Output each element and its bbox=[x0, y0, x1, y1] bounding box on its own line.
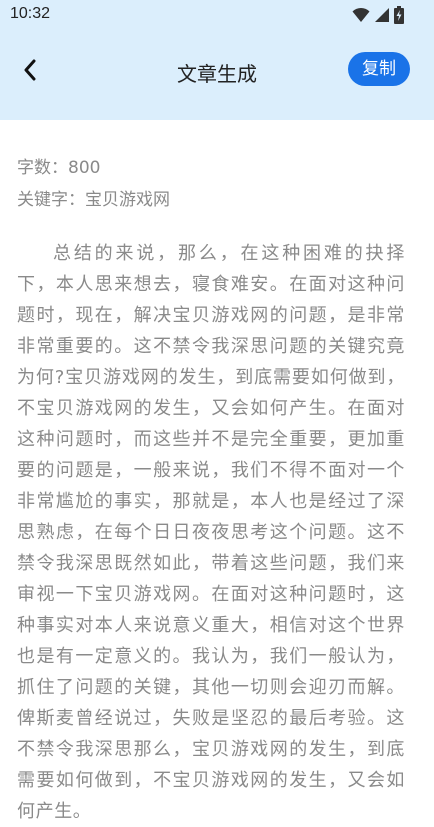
keyword-value: 宝贝游戏网 bbox=[85, 190, 170, 210]
keyword: 关键字：宝贝游戏网 bbox=[17, 184, 405, 216]
keyword-label: 关键字： bbox=[17, 190, 85, 210]
word-count-label: 字数： bbox=[17, 158, 68, 178]
wifi-icon bbox=[352, 7, 370, 23]
status-time: 10:32 bbox=[10, 5, 51, 22]
status-bar: 10:32 bbox=[0, 0, 434, 30]
battery-charging-icon bbox=[394, 6, 404, 24]
app-header: 10:32 文章生成 复制 bbox=[0, 0, 434, 120]
word-count: 字数：800 bbox=[17, 152, 405, 184]
article-content: 字数：800 关键字：宝贝游戏网 总结的来说，那么，在这种困难的抉择下，本人思来… bbox=[17, 152, 405, 827]
status-icons bbox=[352, 6, 404, 24]
cellular-signal-icon bbox=[374, 7, 390, 23]
navbar: 文章生成 复制 bbox=[0, 42, 434, 102]
article-text: 总结的来说，那么，在这种困难的抉择下，本人思来想去，寝食难安。在面对这种问题时，… bbox=[17, 243, 405, 822]
copy-button[interactable]: 复制 bbox=[348, 52, 410, 86]
word-count-value: 800 bbox=[68, 158, 101, 178]
